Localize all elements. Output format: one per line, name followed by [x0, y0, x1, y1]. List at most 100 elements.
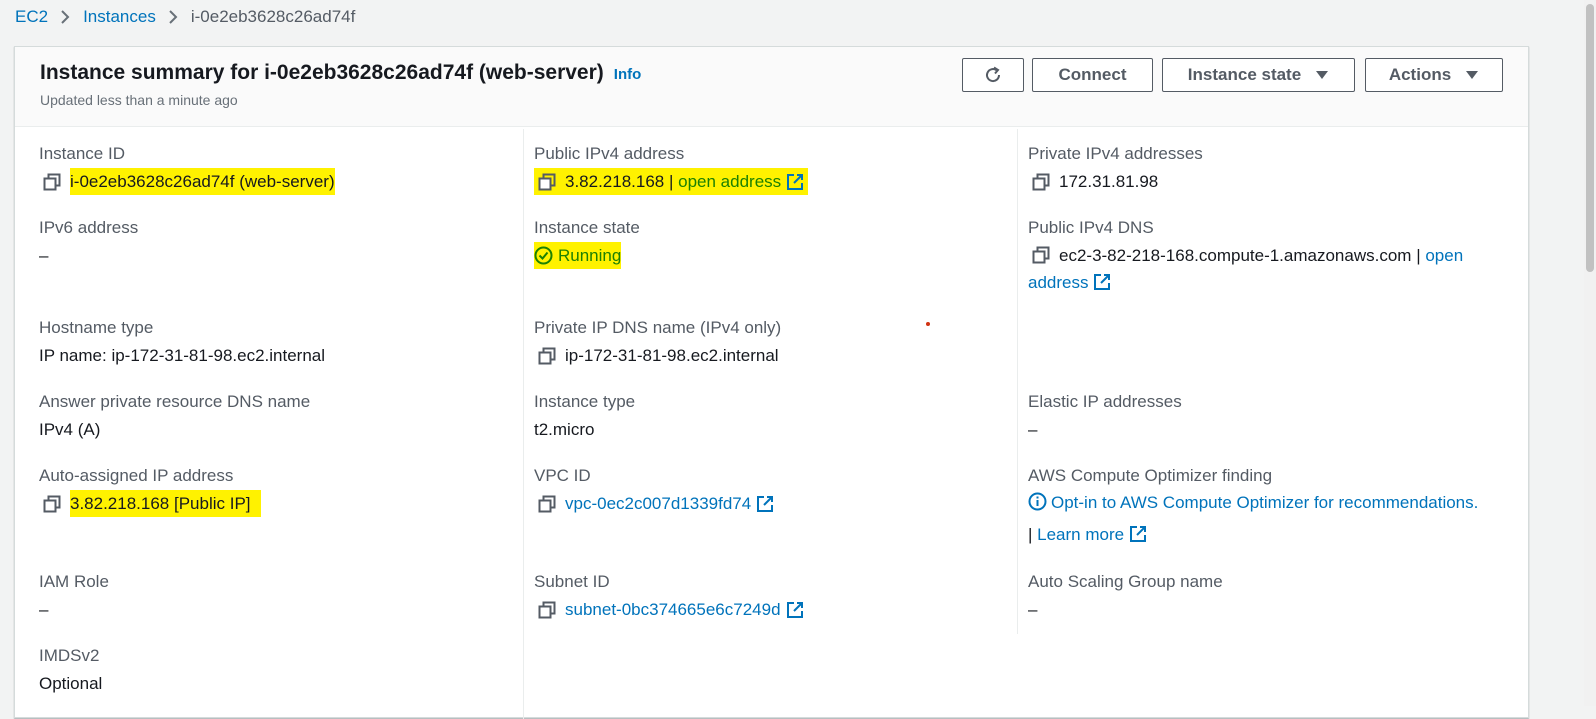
- field-label: Elastic IP addresses: [1028, 392, 1182, 411]
- field-label: Hostname type: [39, 318, 154, 337]
- field-subnet-id: Subnet ID subnet-0bc374665e6c7249d: [534, 571, 804, 623]
- info-link[interactable]: Info: [614, 66, 642, 83]
- external-link-icon[interactable]: [756, 495, 774, 513]
- breadcrumb-instances[interactable]: Instances: [83, 7, 156, 27]
- field-label: IMDSv2: [39, 646, 100, 665]
- info-circle-icon: [1028, 492, 1047, 511]
- field-private-dns: Private IP DNS name (IPv4 only) ip-172-3…: [534, 317, 781, 369]
- field-label: Auto-assigned IP address: [39, 466, 234, 485]
- answer-dns-value: IPv4 (A): [39, 420, 101, 439]
- field-instance-id: Instance ID i-0e2eb3628c26ad74f (web-ser…: [39, 143, 335, 195]
- field-label: Auto Scaling Group name: [1028, 572, 1223, 591]
- copy-icon[interactable]: [538, 495, 556, 513]
- instance-state-label: Instance state: [1187, 65, 1302, 84]
- instance-state-value: Running: [558, 246, 622, 265]
- field-iam-role: IAM Role –: [39, 571, 109, 623]
- refresh-icon: [983, 65, 1003, 85]
- field-label: AWS Compute Optimizer finding: [1028, 466, 1273, 485]
- refresh-button[interactable]: [962, 58, 1024, 92]
- field-answer-dns: Answer private resource DNS name IPv4 (A…: [39, 391, 310, 443]
- elastic-ip-value: –: [1028, 420, 1038, 439]
- status-running-icon: [534, 246, 553, 265]
- field-label: IAM Role: [39, 572, 109, 591]
- iam-role-value: –: [39, 600, 49, 619]
- cursor-dot: [926, 322, 930, 326]
- page-title: Instance summary for i-0e2eb3628c26ad74f…: [40, 61, 604, 84]
- field-label: Instance state: [534, 218, 640, 237]
- field-label: Subnet ID: [534, 572, 610, 591]
- private-ipv4-value: 172.31.81.98: [1059, 172, 1159, 191]
- actions-label: Actions: [1388, 65, 1452, 84]
- field-private-ipv4: Private IPv4 addresses 172.31.81.98: [1028, 143, 1203, 195]
- asg-value: –: [1028, 600, 1038, 619]
- open-address-link[interactable]: open: [1425, 246, 1463, 265]
- field-hostname-type: Hostname type IP name: ip-172-31-81-98.e…: [39, 317, 325, 369]
- private-dns-value: ip-172-31-81-98.ec2.internal: [565, 346, 779, 365]
- breadcrumb: EC2 Instances i-0e2eb3628c26ad74f: [15, 6, 355, 28]
- ipv6-value: –: [39, 246, 49, 265]
- public-dns-value: ec2-3-82-218-168.compute-1.amazonaws.com: [1059, 246, 1412, 265]
- breadcrumb-current: i-0e2eb3628c26ad74f: [190, 7, 356, 26]
- hostname-type-value: IP name: ip-172-31-81-98.ec2.internal: [39, 346, 326, 365]
- actions-button[interactable]: Actions: [1365, 58, 1503, 92]
- field-label: Public IPv4 address: [534, 144, 685, 163]
- chevron-right-icon: [61, 10, 70, 24]
- field-instance-state: Instance state Running: [534, 217, 640, 269]
- copy-icon[interactable]: [43, 495, 61, 513]
- field-label: Answer private resource DNS name: [39, 392, 311, 411]
- instance-type-value: t2.micro: [534, 420, 595, 439]
- field-optimizer: AWS Compute Optimizer finding Opt-in to …: [1028, 465, 1508, 551]
- connect-button[interactable]: Connect: [1032, 58, 1153, 92]
- breadcrumb-ec2[interactable]: EC2: [15, 7, 48, 27]
- instance-state-button[interactable]: Instance state: [1162, 58, 1355, 92]
- separator: |: [664, 172, 679, 191]
- optimizer-opt-in-link[interactable]: Opt-in to AWS Compute Optimizer for reco…: [1051, 493, 1478, 512]
- external-link-icon[interactable]: [1129, 525, 1147, 543]
- field-label: Instance ID: [39, 144, 125, 163]
- field-ipv6: IPv6 address –: [39, 217, 138, 269]
- caret-down-icon: [1465, 70, 1479, 80]
- updated-text: Updated less than a minute ago: [40, 92, 238, 108]
- vpc-id-link[interactable]: vpc-0ec2c007d1339fd74: [565, 490, 751, 517]
- subnet-id-link[interactable]: subnet-0bc374665e6c7249d: [565, 596, 781, 623]
- copy-icon[interactable]: [1032, 173, 1050, 191]
- field-auto-ip: Auto-assigned IP address 3.82.218.168 [P…: [39, 465, 261, 517]
- field-label: Private IPv4 addresses: [1028, 144, 1203, 163]
- field-label: Instance type: [534, 392, 636, 411]
- caret-down-icon: [1315, 70, 1329, 80]
- column-divider: [523, 129, 524, 719]
- field-public-ipv4: Public IPv4 address 3.82.218.168 | open …: [534, 143, 809, 195]
- external-link-icon[interactable]: [1093, 273, 1111, 291]
- field-asg: Auto Scaling Group name –: [1028, 571, 1223, 623]
- field-instance-type: Instance type t2.micro: [534, 391, 635, 443]
- open-address-link[interactable]: open address: [678, 168, 781, 195]
- field-imdsv2: IMDSv2 Optional: [39, 645, 102, 697]
- copy-icon[interactable]: [1032, 246, 1050, 264]
- separator: |: [1028, 525, 1038, 544]
- public-ipv4-value: 3.82.218.168: [565, 172, 665, 191]
- copy-icon[interactable]: [538, 173, 556, 191]
- chevron-right-icon: [169, 10, 178, 24]
- external-link-icon[interactable]: [786, 601, 804, 619]
- panel-header: Instance summary for i-0e2eb3628c26ad74f…: [15, 47, 1528, 127]
- page-scrollbar[interactable]: [1584, 0, 1596, 706]
- auto-ip-value: 3.82.218.168 [Public IP]: [70, 490, 261, 517]
- open-address-link[interactable]: address: [1028, 273, 1088, 292]
- column-divider: [1017, 129, 1018, 634]
- field-label: Private IP DNS name (IPv4 only): [534, 318, 782, 337]
- connect-label: Connect: [1058, 65, 1127, 84]
- copy-icon[interactable]: [43, 173, 61, 191]
- copy-icon[interactable]: [538, 601, 556, 619]
- external-link-icon[interactable]: [786, 173, 804, 191]
- field-label: IPv6 address: [39, 218, 139, 237]
- scrollbar-thumb[interactable]: [1586, 4, 1594, 272]
- imdsv2-value: Optional: [39, 674, 103, 693]
- separator: |: [1411, 246, 1426, 265]
- instance-id-value: i-0e2eb3628c26ad74f (web-server): [70, 168, 335, 195]
- field-public-dns: Public IPv4 DNS ec2-3-82-218-168.compute…: [1028, 217, 1498, 296]
- field-label: VPC ID: [534, 466, 591, 485]
- field-label: Public IPv4 DNS: [1028, 218, 1154, 237]
- learn-more-link[interactable]: Learn more: [1037, 525, 1124, 544]
- field-vpc-id: VPC ID vpc-0ec2c007d1339fd74: [534, 465, 774, 517]
- copy-icon[interactable]: [538, 347, 556, 365]
